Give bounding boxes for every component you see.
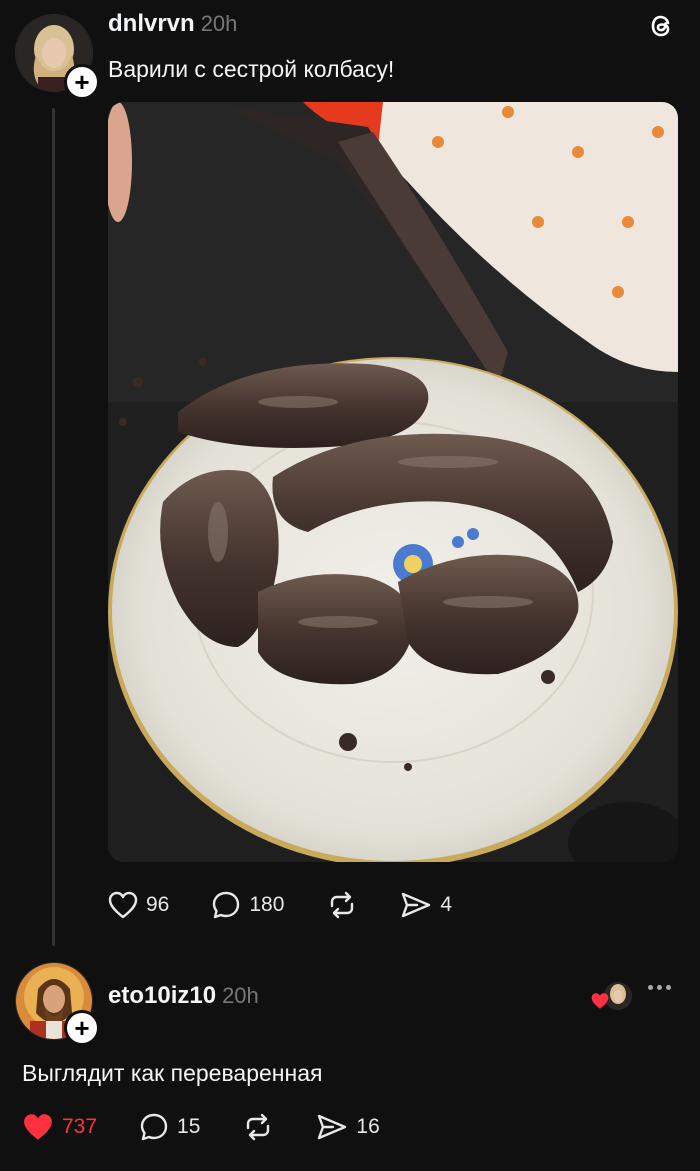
repost-icon	[331, 891, 354, 919]
reply-like-count: 737	[62, 1115, 98, 1138]
heart-icon	[108, 891, 138, 919]
send-icon	[402, 892, 431, 918]
threads-logo-icon[interactable]	[646, 10, 678, 42]
reply-text: Выглядит как переваренная	[22, 1060, 323, 1086]
follow-plus-button[interactable]: +	[64, 64, 100, 100]
post-text: Варили с сестрой колбасу!	[108, 56, 395, 82]
reply-comment-button[interactable]: 15	[139, 1112, 200, 1142]
post-header: dnlvrvn 20h	[108, 10, 237, 38]
share-button[interactable]: 4	[400, 890, 452, 920]
heart-icon	[591, 993, 609, 1009]
comment-count: 180	[249, 893, 285, 916]
send-icon	[318, 1114, 347, 1140]
post-actions: 96 180 4	[108, 890, 494, 920]
reply-comment-count: 15	[177, 1115, 201, 1138]
reply-time: 20h	[222, 983, 259, 1008]
reply-username[interactable]: eto10iz10	[108, 982, 216, 1009]
post-time: 20h	[200, 11, 238, 36]
share-count: 4	[440, 893, 453, 916]
reply-follow-plus-button[interactable]: +	[64, 1010, 100, 1046]
heart-filled-icon	[24, 1114, 52, 1140]
like-button[interactable]: 96	[108, 891, 169, 919]
repost-button[interactable]	[326, 890, 358, 920]
repost-icon	[247, 1113, 270, 1141]
thread-line	[52, 108, 55, 946]
reply-actions: 737 15 16	[22, 1112, 422, 1142]
like-count: 96	[146, 893, 170, 916]
comment-icon	[213, 891, 240, 919]
comment-icon	[140, 1113, 168, 1141]
more-options-icon[interactable]	[648, 985, 671, 990]
reply-repost-button[interactable]	[242, 1112, 274, 1142]
reply-like-button[interactable]: 737	[22, 1112, 97, 1142]
comment-button[interactable]: 180	[211, 890, 284, 920]
reply-share-count: 16	[356, 1115, 380, 1138]
reply-share-button[interactable]: 16	[316, 1112, 380, 1142]
reply-header: eto10iz10 20h	[108, 982, 259, 1010]
post-username[interactable]: dnlvrvn	[108, 10, 195, 37]
post-image[interactable]	[108, 102, 678, 862]
author-liked-badge	[590, 982, 634, 1012]
